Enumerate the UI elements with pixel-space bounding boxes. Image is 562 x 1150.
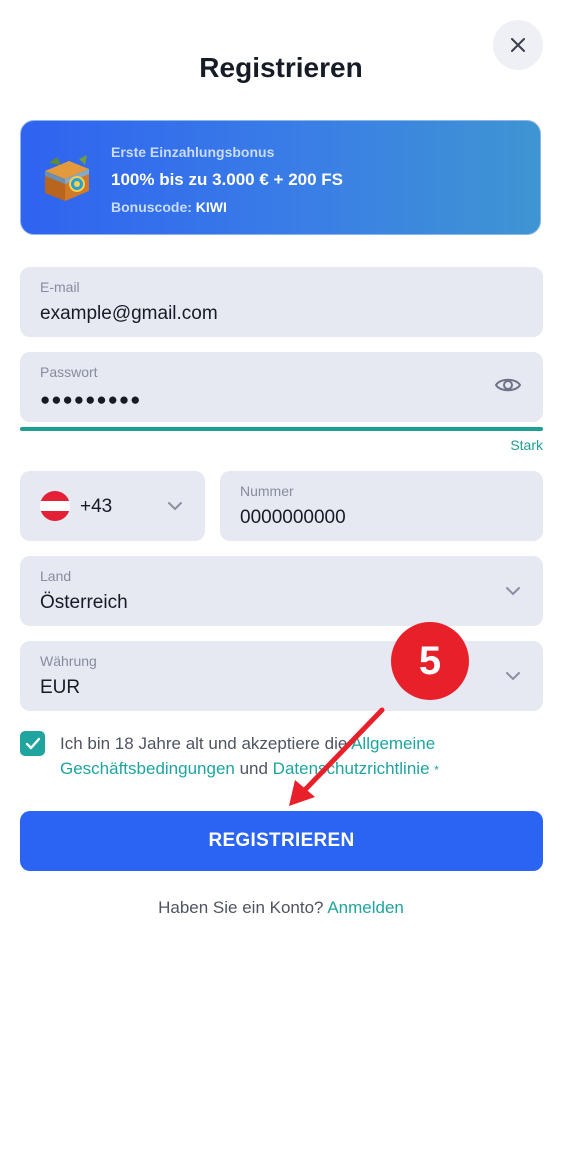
login-link[interactable]: Anmelden	[327, 898, 404, 917]
page-title: Registrieren	[199, 52, 363, 83]
terms-text: Ich bin 18 Jahre alt und akzeptiere die …	[60, 731, 530, 783]
terms-text-before: Ich bin 18 Jahre alt und akzeptiere die	[60, 734, 352, 753]
country-select[interactable]: Land Österreich	[20, 556, 543, 626]
bonus-code-label: Bonuscode:	[111, 199, 192, 215]
austria-flag-icon	[40, 491, 70, 521]
phone-number-value: 0000000000	[240, 507, 346, 528]
email-value: example@gmail.com	[40, 303, 218, 324]
email-label: E-mail	[40, 279, 80, 295]
country-label: Land	[40, 568, 72, 584]
close-icon	[511, 38, 525, 52]
registration-modal: Registrieren Erste Einzahlungsbonus 100%…	[0, 0, 562, 1150]
password-strength-label: Stark	[510, 437, 543, 453]
password-field[interactable]: Passwort ●●●●●●●●●	[20, 352, 543, 422]
chevron-down-icon	[506, 587, 520, 596]
login-question: Haben Sie ein Konto?	[158, 898, 324, 917]
country-value: Österreich	[40, 592, 128, 613]
phone-number-field[interactable]: Nummer 0000000000	[220, 471, 543, 541]
checkmark-icon	[25, 737, 40, 750]
privacy-link[interactable]: Datenschutzrichtlinie	[273, 759, 430, 778]
country-code-select[interactable]: +43	[20, 471, 205, 541]
email-field[interactable]: E-mail example@gmail.com	[20, 267, 543, 337]
register-button[interactable]: REGISTRIEREN	[20, 811, 543, 871]
required-mark: *	[434, 763, 439, 777]
bonus-headline: 100% bis zu 3.000 € + 200 FS	[111, 170, 343, 189]
terms-checkbox[interactable]	[20, 731, 45, 756]
bonus-subtitle: Erste Einzahlungsbonus	[111, 144, 275, 160]
bonus-banner: Erste Einzahlungsbonus 100% bis zu 3.000…	[20, 120, 541, 235]
password-value: ●●●●●●●●●	[40, 390, 142, 409]
bonus-code: Bonuscode: KIWI	[111, 199, 227, 215]
treasure-chest-icon	[45, 155, 89, 201]
eye-icon[interactable]	[495, 375, 521, 395]
currency-value: EUR	[40, 677, 81, 698]
password-label: Passwort	[40, 364, 98, 380]
phone-number-label: Nummer	[240, 483, 294, 499]
login-prompt: Haben Sie ein Konto? Anmelden	[0, 898, 562, 918]
chevron-down-icon	[506, 672, 520, 681]
bonus-code-value: KIWI	[195, 199, 227, 215]
terms-text-and: und	[234, 759, 273, 778]
country-code-value: +43	[80, 496, 113, 517]
password-strength-bar	[20, 427, 543, 431]
chevron-down-icon	[168, 502, 182, 511]
currency-label: Währung	[40, 653, 97, 669]
step-number-badge: 5	[391, 622, 469, 700]
